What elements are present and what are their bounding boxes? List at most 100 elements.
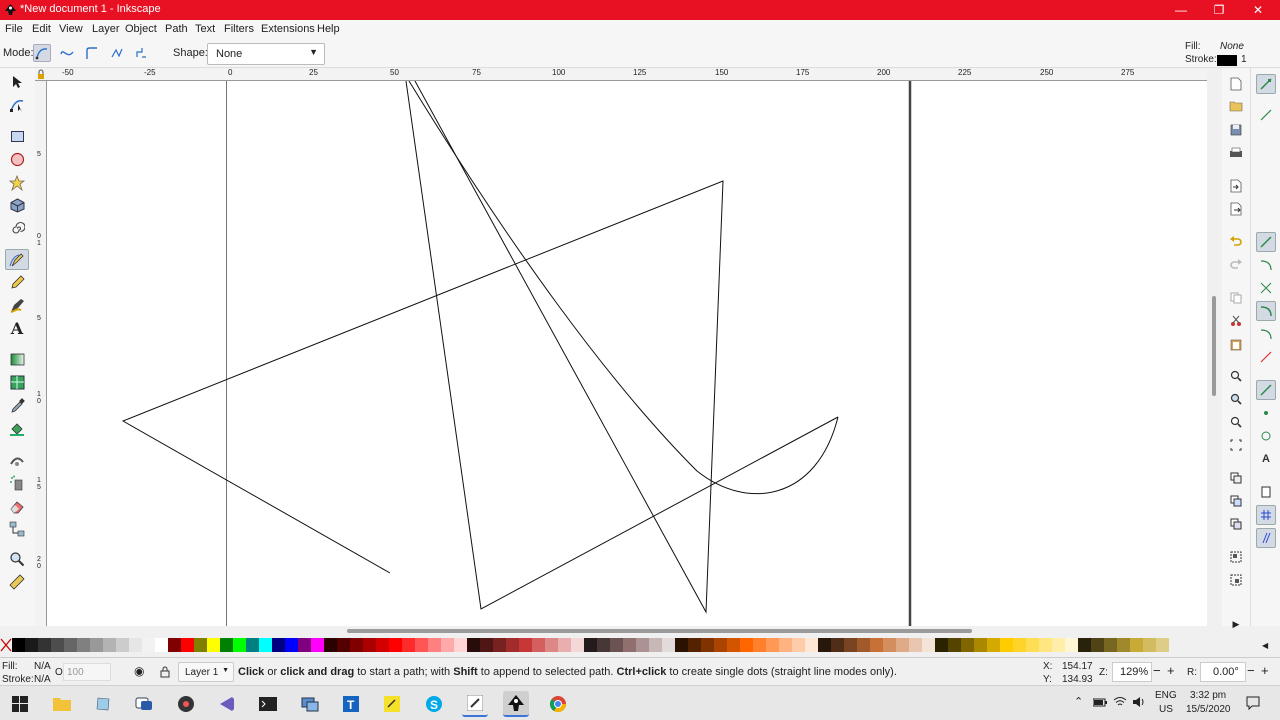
color-swatch[interactable] (415, 638, 428, 652)
snap-others-button[interactable] (1256, 380, 1276, 400)
color-swatch[interactable] (103, 638, 116, 652)
color-swatch[interactable] (116, 638, 129, 652)
menu-object[interactable]: Object (125, 23, 157, 35)
menu-edit[interactable]: Edit (32, 23, 51, 35)
color-swatch[interactable] (25, 638, 38, 652)
color-swatch[interactable] (441, 638, 454, 652)
unlink-clone-button[interactable] (1226, 514, 1246, 534)
copy-button[interactable] (1226, 288, 1246, 308)
color-swatch[interactable] (389, 638, 402, 652)
mode-paraxial-button[interactable] (132, 44, 150, 62)
snap-text-baseline-button[interactable]: A (1256, 449, 1276, 469)
snap-center-button[interactable] (1256, 403, 1276, 423)
mode-bspline-button[interactable] (83, 44, 101, 62)
color-swatch[interactable] (142, 638, 155, 652)
tweak-tool-button[interactable] (5, 449, 29, 470)
menu-file[interactable]: File (5, 23, 23, 35)
color-swatch[interactable] (467, 638, 480, 652)
shape-dropdown[interactable]: None ▼ (207, 43, 325, 65)
color-swatch[interactable] (181, 638, 194, 652)
snap-paths-button[interactable] (1256, 255, 1276, 275)
taskbar-app-skype[interactable]: S (421, 691, 447, 717)
menu-view[interactable]: View (59, 23, 83, 35)
lock-layer-icon[interactable] (160, 666, 170, 678)
color-swatch[interactable] (896, 638, 909, 652)
color-swatch[interactable] (636, 638, 649, 652)
color-swatch[interactable] (350, 638, 363, 652)
color-swatch[interactable] (779, 638, 792, 652)
color-swatch[interactable] (38, 638, 51, 652)
menu-help[interactable]: Help (317, 23, 340, 35)
color-swatch[interactable] (285, 638, 298, 652)
color-swatch[interactable] (220, 638, 233, 652)
color-swatch[interactable] (272, 638, 285, 652)
ungroup-button[interactable] (1226, 570, 1246, 590)
color-swatch[interactable] (259, 638, 272, 652)
input-region[interactable]: US (1159, 704, 1173, 715)
mode-line-button[interactable] (108, 44, 126, 62)
clock-date[interactable]: 15/5/2020 (1186, 704, 1231, 715)
stroke-swatch[interactable] (1217, 55, 1237, 66)
snap-smooth-button[interactable] (1256, 324, 1276, 344)
cut-button[interactable] (1226, 311, 1246, 331)
duplicate-button[interactable] (1226, 468, 1246, 488)
open-button[interactable] (1226, 96, 1246, 116)
color-swatch[interactable] (935, 638, 948, 652)
mesh-tool-button[interactable] (5, 372, 29, 393)
selector-tool-button[interactable] (5, 71, 29, 92)
menu-layer[interactable]: Layer (92, 23, 120, 35)
color-swatch[interactable] (1156, 638, 1169, 652)
color-swatch[interactable] (376, 638, 389, 652)
color-swatch[interactable] (155, 638, 168, 652)
snap-page-border-button[interactable] (1256, 482, 1276, 502)
taskbar-app-chrome[interactable] (545, 691, 571, 717)
color-swatch[interactable] (701, 638, 714, 652)
volume-icon[interactable] (1132, 696, 1146, 708)
measure-tool-button[interactable] (5, 571, 29, 592)
color-swatch[interactable] (1117, 638, 1130, 652)
color-swatch[interactable] (1078, 638, 1091, 652)
snap-grid-button[interactable] (1256, 505, 1276, 525)
taskbar-app-word[interactable]: T (338, 691, 364, 717)
color-swatch[interactable] (883, 638, 896, 652)
color-swatch[interactable] (90, 638, 103, 652)
eraser-tool-button[interactable] (5, 495, 29, 516)
vertical-scrollbar[interactable] (1207, 81, 1222, 626)
zoom-page-button[interactable] (1226, 412, 1246, 432)
color-swatch[interactable] (870, 638, 883, 652)
color-swatch[interactable] (766, 638, 779, 652)
snap-nodes-button[interactable] (1256, 232, 1276, 252)
rotation-input[interactable]: 0.00° (1200, 662, 1246, 682)
opacity-input[interactable]: 100 (63, 663, 111, 681)
drawing-canvas[interactable] (47, 80, 1207, 626)
close-button[interactable]: ✕ (1239, 0, 1277, 20)
color-swatch[interactable] (714, 638, 727, 652)
star-tool-button[interactable] (5, 172, 29, 193)
color-swatch[interactable] (753, 638, 766, 652)
color-swatch[interactable] (1039, 638, 1052, 652)
taskbar-app-terminal[interactable] (255, 691, 281, 717)
zoom-input[interactable]: 129% (1112, 662, 1152, 682)
color-swatch[interactable] (1026, 638, 1039, 652)
save-button[interactable] (1226, 120, 1246, 140)
eye-visibility-icon[interactable]: ◉ (134, 664, 144, 678)
zoom-tool-button[interactable] (5, 548, 29, 569)
color-swatch[interactable] (545, 638, 558, 652)
color-swatch[interactable] (337, 638, 350, 652)
snap-bbox-button[interactable] (1256, 105, 1276, 125)
style-indicator[interactable]: Fill: None Stroke: 1 (1180, 40, 1280, 68)
color-swatch[interactable] (909, 638, 922, 652)
color-swatch[interactable] (740, 638, 753, 652)
vertical-scroll-thumb[interactable] (1212, 296, 1216, 396)
group-button[interactable] (1226, 547, 1246, 567)
menu-filters[interactable]: Filters (224, 23, 254, 35)
battery-icon[interactable] (1093, 698, 1107, 707)
menu-text[interactable]: Text (195, 23, 215, 35)
color-swatch[interactable] (519, 638, 532, 652)
taskbar-app-paint[interactable] (462, 691, 488, 717)
palette-menu-button[interactable]: ◀ (1262, 641, 1268, 650)
snap-intersections-button[interactable] (1256, 278, 1276, 298)
color-swatch[interactable] (12, 638, 25, 652)
connector-tool-button[interactable] (5, 518, 29, 539)
snap-cusp-button[interactable] (1256, 301, 1276, 321)
